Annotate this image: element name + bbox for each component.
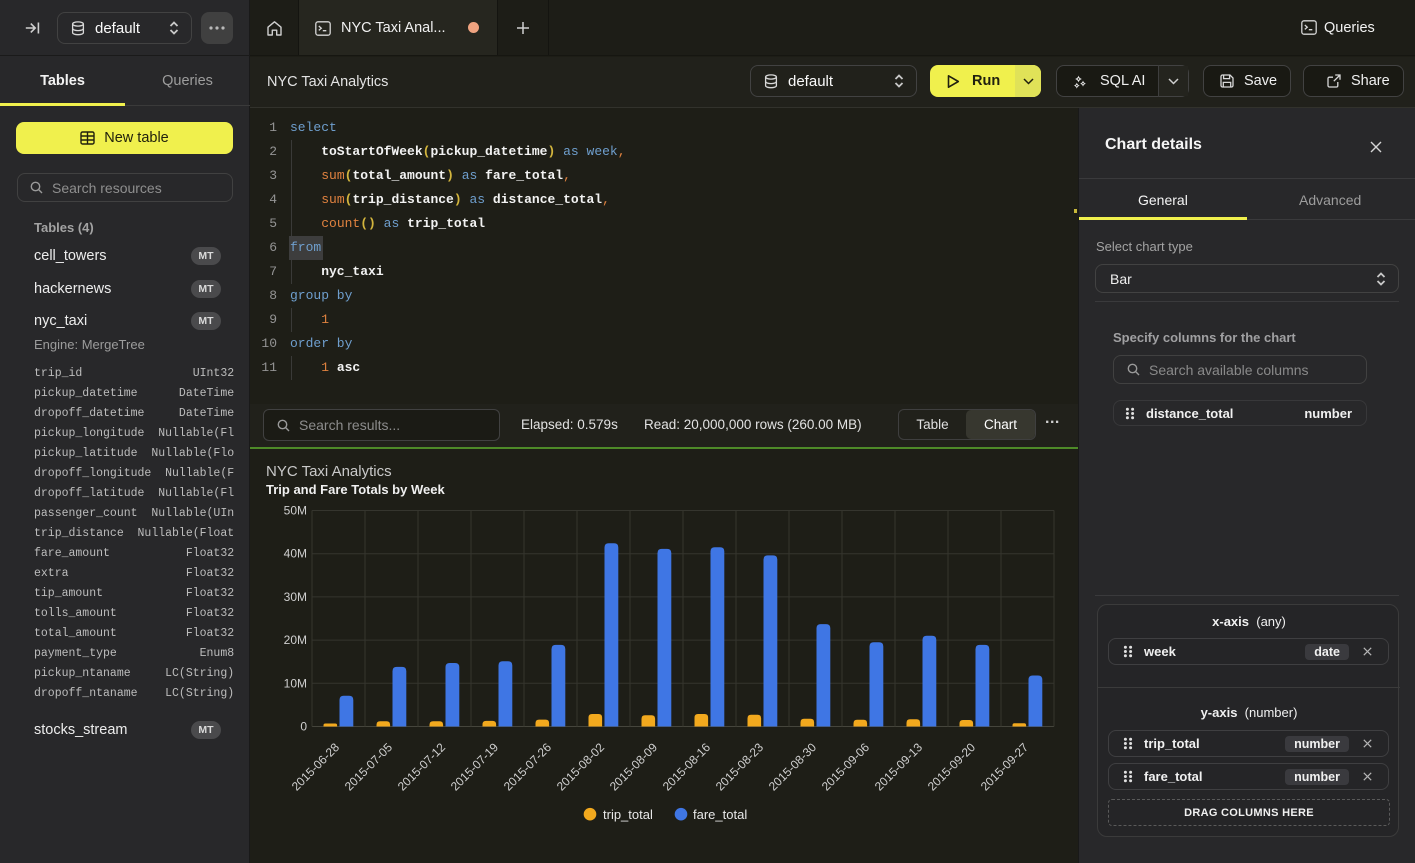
svg-text:0: 0 <box>300 720 307 734</box>
svg-text:2015-09-20: 2015-09-20 <box>925 740 979 794</box>
svg-text:2015-09-13: 2015-09-13 <box>872 740 926 794</box>
svg-text:2015-08-30: 2015-08-30 <box>766 740 820 794</box>
svg-text:trip_total: trip_total <box>603 807 653 822</box>
svg-text:2015-07-05: 2015-07-05 <box>342 740 396 794</box>
svg-text:30M: 30M <box>284 590 307 604</box>
svg-text:2015-06-28: 2015-06-28 <box>289 740 343 794</box>
svg-text:2015-09-06: 2015-09-06 <box>819 740 873 794</box>
svg-text:fare_total: fare_total <box>693 807 747 822</box>
svg-text:2015-08-23: 2015-08-23 <box>713 740 767 794</box>
svg-text:2015-09-27: 2015-09-27 <box>978 740 1032 794</box>
svg-text:2015-07-19: 2015-07-19 <box>448 740 502 794</box>
svg-text:40M: 40M <box>284 547 307 561</box>
svg-text:2015-08-02: 2015-08-02 <box>554 740 608 794</box>
svg-text:Trip and Fare Totals by Week: Trip and Fare Totals by Week <box>266 482 445 497</box>
svg-text:20M: 20M <box>284 633 307 647</box>
svg-text:10M: 10M <box>284 676 307 690</box>
svg-text:2015-08-16: 2015-08-16 <box>660 740 714 794</box>
svg-text:NYC Taxi Analytics: NYC Taxi Analytics <box>266 463 392 480</box>
svg-text:50M: 50M <box>284 504 307 518</box>
svg-text:2015-07-26: 2015-07-26 <box>501 740 555 794</box>
svg-text:2015-07-12: 2015-07-12 <box>395 740 449 794</box>
svg-text:2015-08-09: 2015-08-09 <box>607 740 661 794</box>
